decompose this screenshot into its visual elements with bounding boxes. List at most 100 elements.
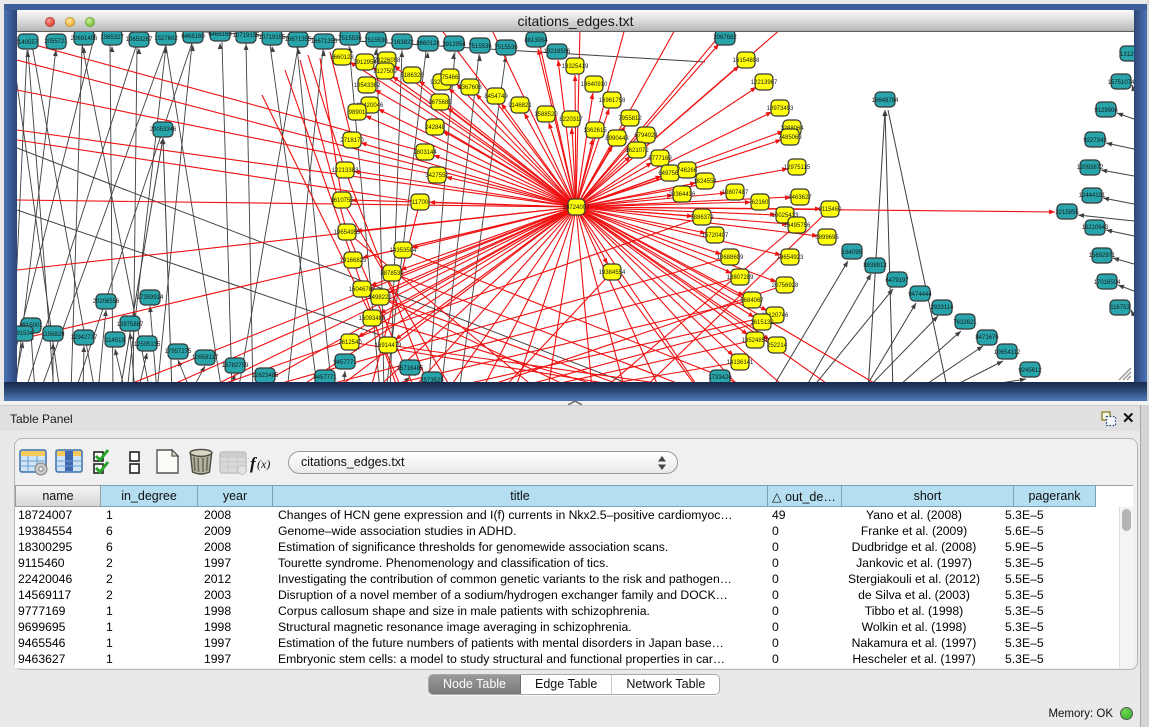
svg-text:7515536: 7515536 (494, 45, 518, 51)
svg-text:15692971: 15692971 (1089, 253, 1116, 259)
svg-text:3427552: 3427552 (425, 173, 449, 179)
svg-text:1362615: 1362615 (583, 128, 607, 134)
svg-text:17016504: 17016504 (1094, 280, 1121, 286)
svg-text:20053346: 20053346 (150, 127, 177, 133)
svg-text:7515536: 7515536 (364, 38, 388, 44)
svg-text:9146821: 9146821 (508, 103, 532, 109)
svg-text:9457771: 9457771 (333, 360, 357, 366)
svg-text:8186328: 8186328 (400, 73, 424, 79)
svg-text:15720407: 15720407 (702, 233, 729, 239)
svg-text:18807289: 18807289 (727, 275, 754, 281)
svg-text:2933114: 2933114 (931, 305, 955, 311)
svg-text:164095: 164095 (842, 250, 863, 256)
svg-text:13325419: 13325419 (562, 64, 589, 70)
svg-text:6466160: 6466160 (181, 34, 205, 40)
svg-text:9777169: 9777169 (648, 156, 672, 162)
svg-text:16154808: 16154808 (733, 58, 760, 64)
svg-text:1065327: 1065327 (100, 35, 124, 41)
svg-text:13524851: 13524851 (742, 338, 769, 344)
svg-text:9115460: 9115460 (819, 207, 843, 213)
svg-text:16210643: 16210643 (1082, 225, 1109, 231)
svg-text:252214: 252214 (767, 343, 788, 349)
svg-text:20756928: 20756928 (772, 283, 799, 289)
svg-text:1610755: 1610755 (330, 198, 354, 204)
svg-text:746266: 746266 (677, 168, 698, 174)
svg-text:20691406: 20691406 (71, 36, 98, 42)
svg-text:12823485: 12823485 (252, 373, 279, 379)
svg-text:2803144: 2803144 (413, 150, 437, 156)
svg-text:3675685: 3675685 (428, 100, 452, 106)
svg-text:14136141: 14136141 (727, 360, 754, 366)
svg-text:2718170: 2718170 (340, 138, 364, 144)
svg-text:12213383: 12213383 (332, 168, 359, 174)
svg-text:6794024: 6794024 (634, 133, 658, 139)
svg-text:8220317: 8220317 (559, 117, 583, 123)
svg-text:7632621: 7632621 (953, 320, 977, 326)
svg-text:19654955: 19654955 (334, 230, 361, 236)
svg-text:62160: 62160 (752, 200, 769, 206)
svg-text:10973493: 10973493 (767, 106, 794, 112)
svg-text:12505135: 12505135 (134, 342, 161, 348)
svg-text:13975887: 13975887 (117, 322, 144, 328)
svg-text:7163822: 7163822 (390, 40, 414, 46)
svg-text:1621072: 1621072 (625, 148, 649, 154)
svg-text:19218506: 19218506 (544, 49, 571, 55)
svg-text:12975115: 12975115 (784, 165, 811, 171)
svg-text:12444191: 12444191 (1079, 193, 1106, 199)
svg-text:20364436: 20364436 (669, 192, 696, 198)
svg-text:2367608: 2367608 (458, 85, 482, 91)
svg-text:0899695: 0899695 (815, 235, 839, 241)
svg-text:16093489: 16093489 (359, 316, 386, 322)
svg-text:9127509: 9127509 (373, 69, 397, 75)
svg-text:10719155: 10719155 (233, 33, 260, 39)
svg-text:1588520: 1588520 (534, 112, 558, 118)
svg-text:10654112: 10654112 (994, 350, 1021, 356)
svg-text:75466: 75466 (442, 75, 459, 81)
svg-text:20206556: 20206556 (93, 299, 120, 305)
svg-text:10807487: 10807487 (722, 190, 749, 196)
svg-text:12093872: 12093872 (1077, 165, 1104, 171)
svg-text:15751074: 15751074 (1108, 80, 1134, 86)
svg-text:1156829: 1156829 (42, 332, 66, 338)
svg-text:16495756: 16495756 (784, 223, 811, 229)
svg-text:17957275: 17957275 (165, 349, 192, 355)
svg-text:7955812: 7955812 (618, 116, 642, 122)
svg-text:10719155: 10719155 (259, 35, 286, 41)
svg-text:16961758: 16961758 (599, 98, 626, 104)
svg-text:98901: 98901 (349, 110, 366, 116)
svg-text:14353584: 14353584 (390, 248, 417, 254)
svg-text:8471676: 8471676 (975, 335, 999, 341)
svg-text:1498222: 1498222 (368, 295, 392, 301)
svg-text:12213967: 12213967 (751, 80, 778, 86)
svg-text:16671355: 16671355 (311, 39, 338, 45)
svg-text:16671355: 16671355 (285, 37, 312, 43)
svg-text:9227343: 9227343 (1083, 138, 1107, 144)
svg-text:16914479: 16914479 (375, 343, 402, 349)
svg-text:391534: 391534 (17, 331, 34, 337)
svg-text:9463627: 9463627 (788, 195, 812, 201)
svg-text:8990443: 8990443 (605, 136, 629, 142)
svg-text:9129906: 9129906 (1094, 108, 1118, 114)
svg-text:10688609: 10688609 (717, 255, 744, 261)
svg-text:8660128: 8660128 (416, 41, 440, 47)
svg-text:10653267: 10653267 (126, 37, 153, 43)
svg-text:11700: 11700 (412, 200, 429, 206)
svg-text:1733426: 1733426 (708, 375, 732, 381)
svg-text:8660128: 8660128 (330, 55, 354, 61)
svg-text:9457771: 9457771 (313, 375, 337, 381)
svg-text:10543362: 10543362 (354, 83, 381, 89)
svg-text:7515536: 7515536 (338, 36, 362, 42)
svg-text:1573525: 1573525 (420, 378, 444, 382)
svg-text:242848: 242848 (425, 125, 446, 131)
svg-text:19384554: 19384554 (599, 270, 626, 276)
svg-text:8813054: 8813054 (524, 38, 548, 44)
svg-text:10958117: 10958117 (192, 355, 219, 361)
svg-text:1615132: 1615132 (750, 320, 774, 326)
svg-text:7886372: 7886372 (690, 215, 714, 221)
svg-text:8454749: 8454749 (484, 94, 508, 100)
svg-text:6466160: 6466160 (208, 32, 232, 38)
svg-text:9684067: 9684067 (740, 298, 764, 304)
svg-text:1824554: 1824554 (693, 179, 717, 185)
svg-text:18724007: 18724007 (563, 205, 590, 211)
svg-text:1527602: 1527602 (154, 36, 178, 42)
